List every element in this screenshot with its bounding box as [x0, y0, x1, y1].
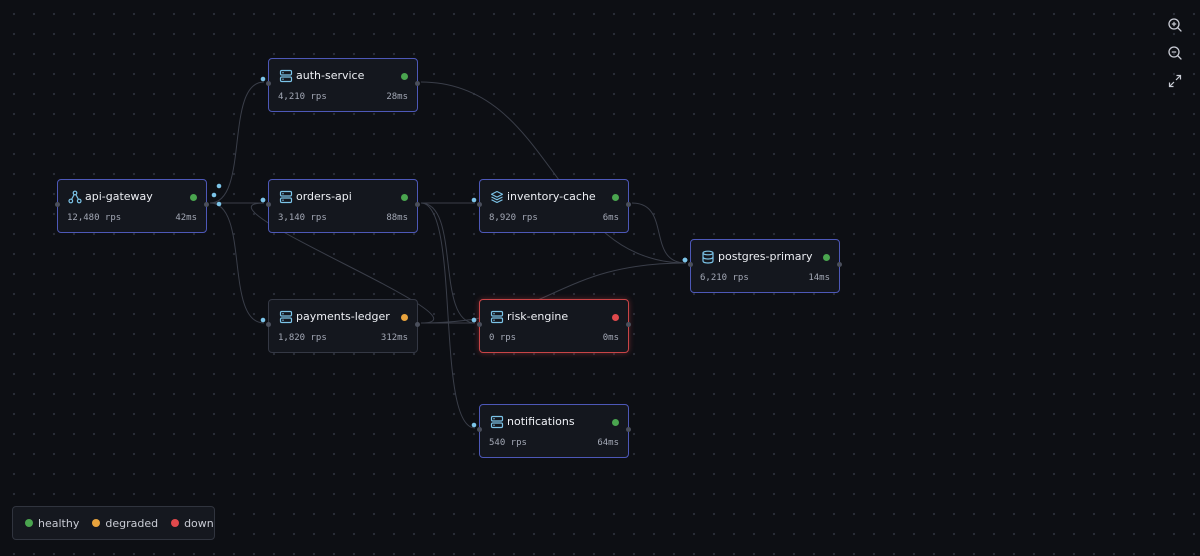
input-port[interactable] — [55, 202, 60, 207]
output-port[interactable] — [415, 81, 420, 86]
node-name: inventory-cache — [507, 190, 596, 203]
node-latency: 88ms — [386, 213, 408, 223]
node-postgres-primary[interactable]: postgres-primary 6,210 rps 14ms — [688, 239, 842, 293]
edge-endpoint-dot — [471, 197, 477, 203]
node-orders-api[interactable]: orders-api 3,140 rps 88ms — [266, 179, 420, 233]
server-icon — [490, 415, 504, 429]
input-port[interactable] — [477, 427, 482, 432]
node-name: postgres-primary — [718, 250, 813, 263]
input-port[interactable] — [266, 81, 271, 86]
node-inventory-cache[interactable]: inventory-cache 8,920 rps 6ms — [477, 179, 631, 233]
output-port[interactable] — [626, 322, 631, 327]
input-port[interactable] — [266, 322, 271, 327]
status-legend: healthy degraded down — [12, 506, 215, 540]
edge-endpoint-dot — [260, 76, 266, 82]
edge-layer — [209, 76, 688, 429]
node-rps: 6,210 rps — [700, 273, 749, 283]
output-port[interactable] — [837, 262, 842, 267]
node-rps: 4,210 rps — [278, 92, 327, 102]
node-risk-engine[interactable]: risk-engine 0 rps 0ms — [477, 299, 631, 353]
legend-label: healthy — [38, 516, 80, 530]
zoom-in-button[interactable] — [1165, 15, 1185, 35]
legend-dot-down — [171, 519, 180, 527]
server-icon — [279, 310, 293, 324]
edge-orders-api-to-notifications[interactable] — [420, 202, 476, 429]
node-auth-service[interactable]: auth-service 4,210 rps 28ms — [266, 58, 420, 112]
legend-dot-degraded — [92, 519, 101, 527]
output-port[interactable] — [626, 202, 631, 207]
node-latency: 312ms — [380, 333, 408, 343]
node-latency: 0ms — [602, 333, 619, 343]
node-name: orders-api — [296, 190, 352, 203]
edge-auth-service-to-postgres-primary[interactable] — [420, 81, 687, 264]
legend-label: down — [184, 516, 214, 530]
node-latency: 28ms — [386, 92, 408, 102]
server-icon — [279, 69, 293, 83]
node-latency: 6ms — [602, 213, 619, 223]
node-name: notifications — [507, 415, 575, 428]
status-dot — [612, 194, 619, 201]
node-name: api-gateway — [85, 190, 153, 203]
status-dot — [190, 194, 197, 201]
zoom-out-button[interactable] — [1165, 43, 1185, 63]
node-name: auth-service — [296, 69, 365, 82]
server-icon — [490, 310, 504, 324]
database-icon — [702, 250, 714, 264]
node-api-gateway[interactable]: api-gateway 12,480 rps 42ms — [55, 179, 209, 233]
edge-api-gateway-to-payments-ledger[interactable] — [209, 202, 265, 324]
network-icon — [68, 190, 82, 204]
status-dot — [401, 194, 408, 201]
node-rps: 0 rps — [489, 333, 517, 343]
status-dot — [823, 254, 830, 261]
edge-source-dot — [211, 192, 217, 198]
edge-orders-api-to-risk-engine[interactable] — [420, 202, 476, 324]
edge-source-dot — [216, 183, 222, 189]
status-dot — [401, 73, 408, 80]
node-rps: 3,140 rps — [278, 213, 327, 223]
zoom-in-icon — [1168, 18, 1182, 32]
legend-dot-healthy — [25, 519, 33, 527]
output-port[interactable] — [415, 202, 420, 207]
input-port[interactable] — [477, 202, 482, 207]
output-port[interactable] — [415, 322, 420, 327]
input-port[interactable] — [477, 322, 482, 327]
edge-source-dot — [216, 201, 222, 207]
node-payments-ledger[interactable]: payments-ledger 1,820 rps 312ms — [266, 299, 420, 353]
input-port[interactable] — [688, 262, 693, 267]
node-latency: 14ms — [808, 273, 830, 283]
zoom-out-icon — [1168, 46, 1182, 60]
node-rps: 1,820 rps — [278, 333, 327, 343]
edge-endpoint-dot — [260, 197, 266, 203]
node-rps: 12,480 rps — [67, 213, 122, 223]
layers-icon — [490, 190, 504, 204]
legend-item-down: down — [171, 517, 214, 530]
output-port[interactable] — [204, 202, 209, 207]
status-dot — [612, 419, 619, 426]
edge-endpoint-dot — [682, 257, 688, 263]
node-name: risk-engine — [507, 310, 569, 323]
fit-view-icon — [1168, 74, 1182, 88]
legend-label: degraded — [105, 516, 159, 530]
node-rps: 540 rps — [489, 438, 527, 448]
node-latency: 42ms — [175, 213, 197, 223]
edge-endpoint-dot — [260, 317, 266, 323]
status-dot — [401, 314, 408, 321]
input-port[interactable] — [266, 202, 271, 207]
fit-view-button[interactable] — [1165, 71, 1185, 91]
status-dot — [612, 314, 619, 321]
node-notifications[interactable]: notifications 540 rps 64ms — [477, 404, 631, 458]
edge-endpoint-dot — [471, 422, 477, 428]
output-port[interactable] — [626, 427, 631, 432]
node-latency: 64ms — [597, 438, 619, 448]
legend-item-degraded: degraded — [92, 517, 158, 530]
node-rps: 8,920 rps — [489, 213, 538, 223]
server-icon — [279, 190, 293, 204]
node-name: payments-ledger — [296, 310, 390, 323]
legend-item-healthy: healthy — [25, 517, 79, 530]
edge-endpoint-dot — [471, 317, 477, 323]
